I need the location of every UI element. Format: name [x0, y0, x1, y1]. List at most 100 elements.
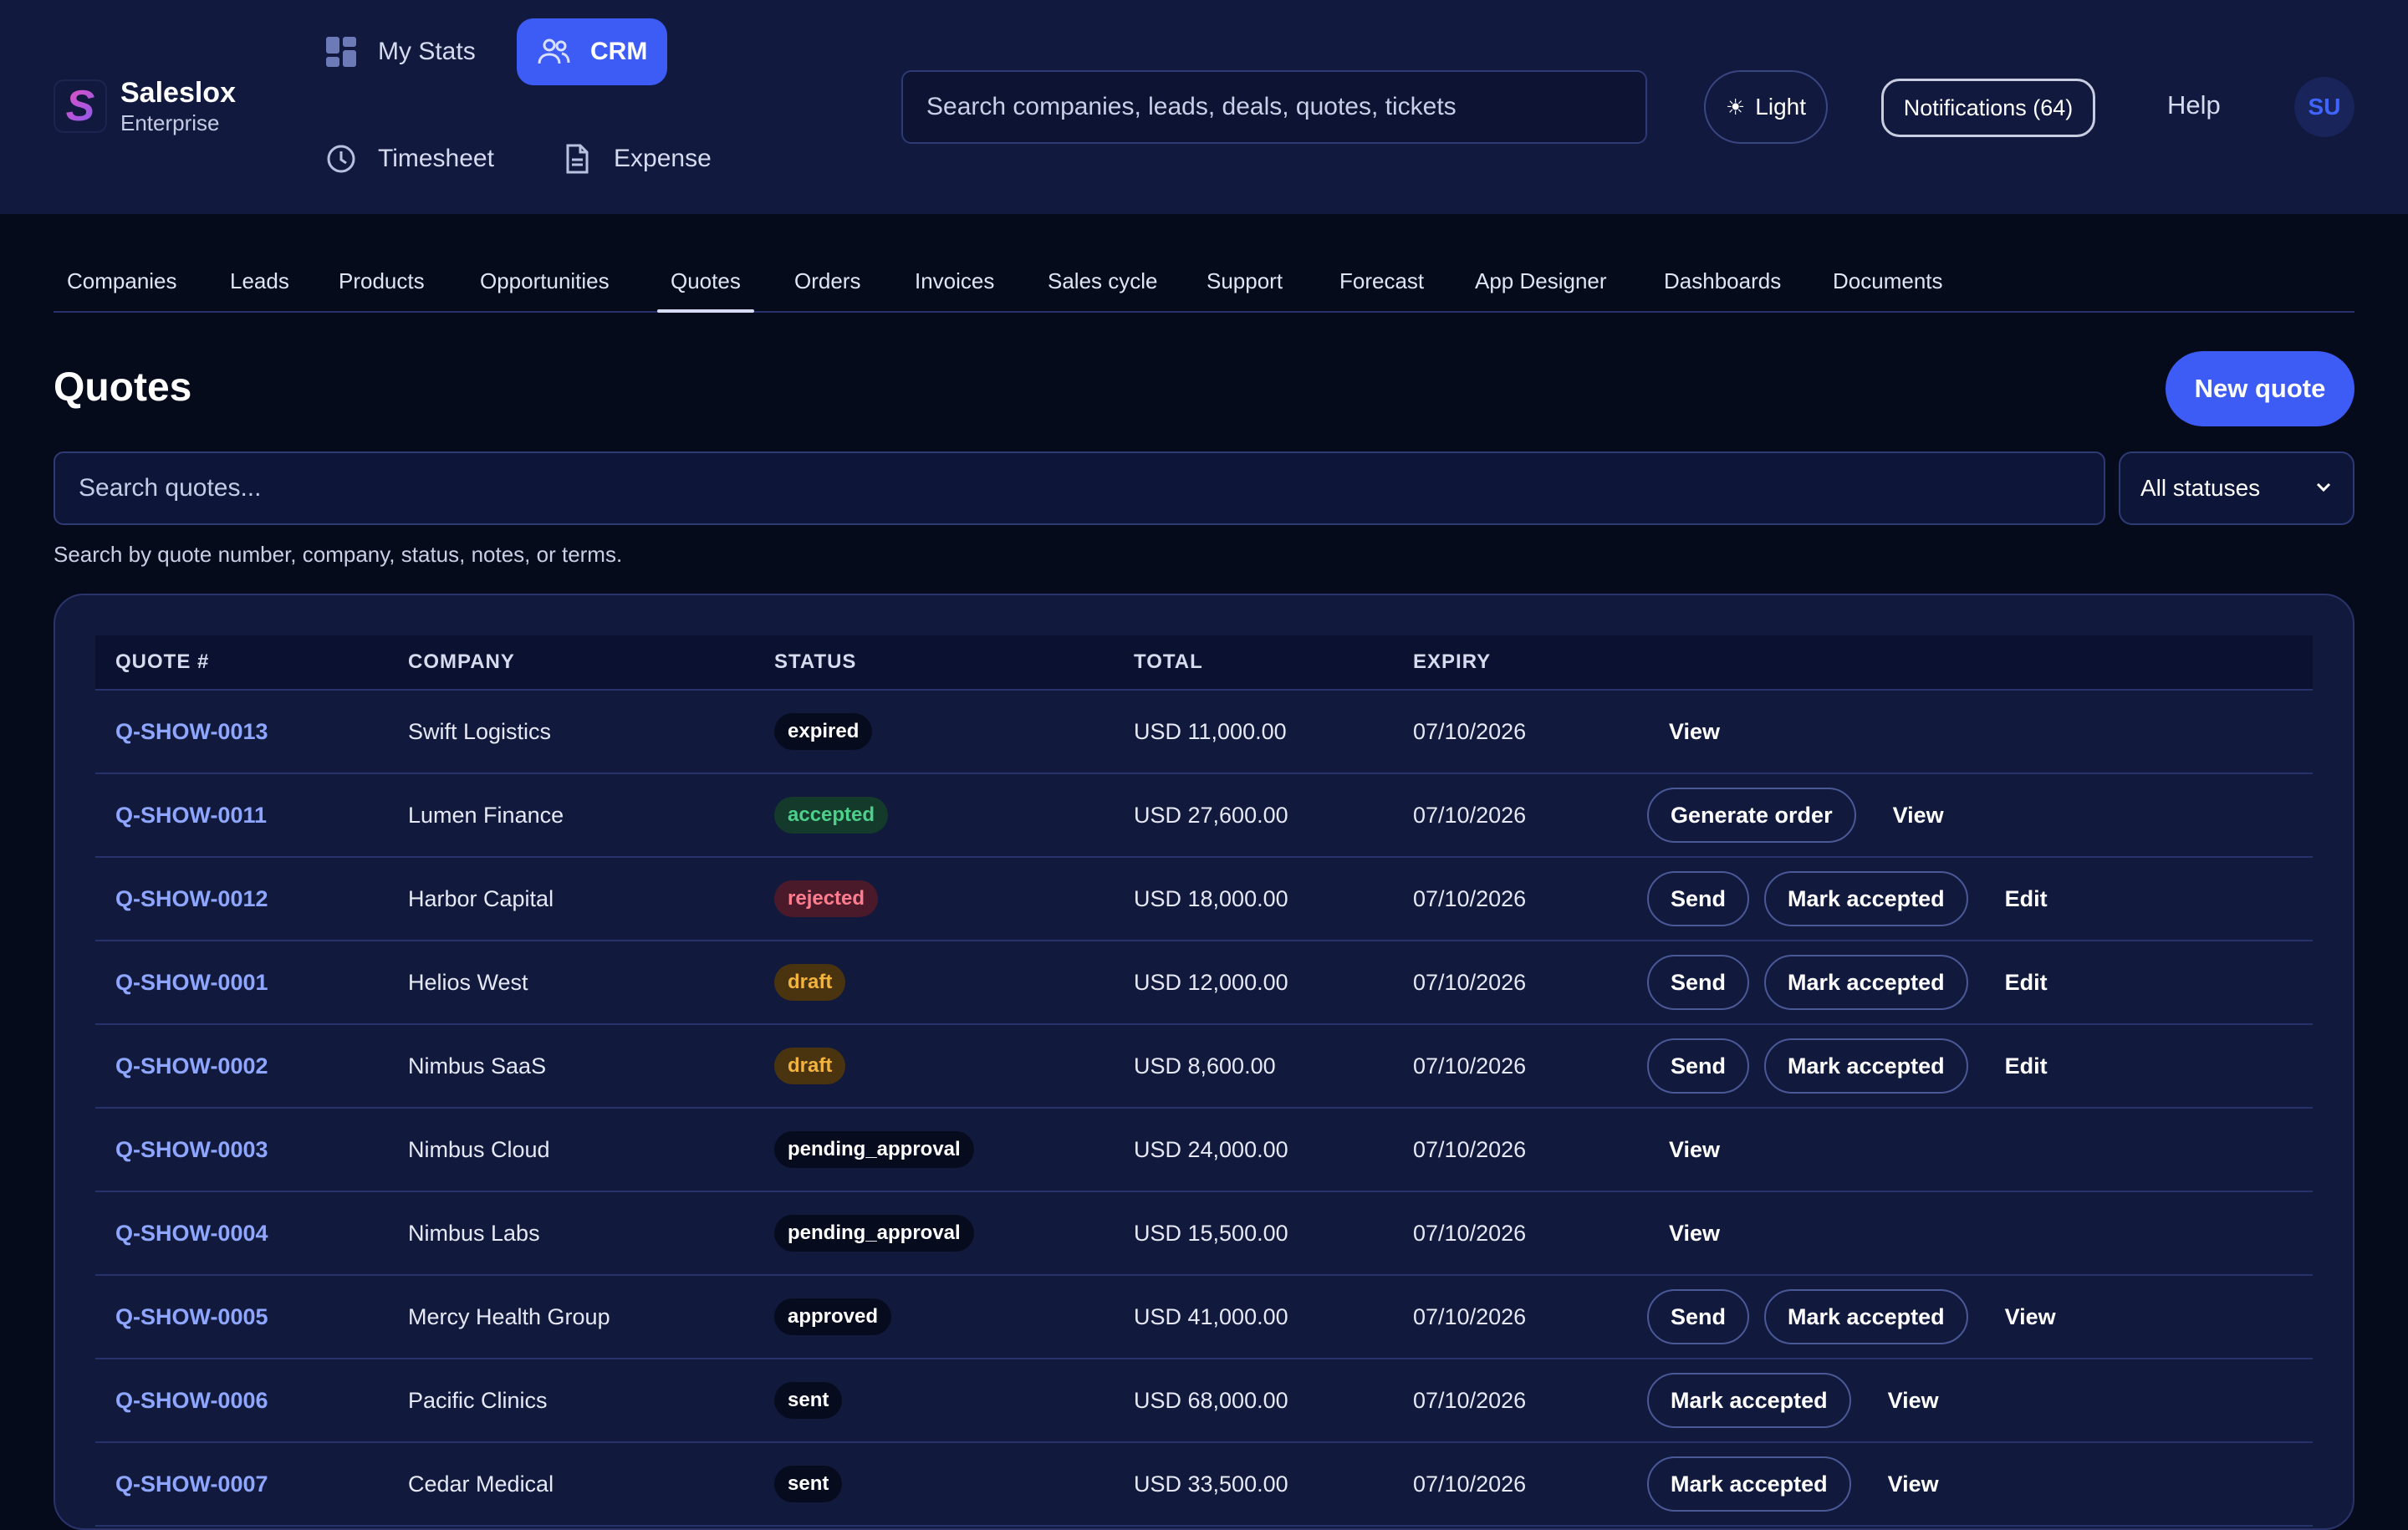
global-search-input[interactable]: Search companies, leads, deals, quotes, … [901, 70, 1647, 144]
row-actions: View [1647, 1109, 1742, 1191]
new-quote-button[interactable]: New quote [2166, 351, 2354, 426]
app-expense-button[interactable]: Expense [540, 125, 732, 192]
quote-number-link[interactable]: Q-SHOW-0005 [115, 1276, 268, 1358]
company-cell: Pacific Clinics [408, 1387, 548, 1413]
quote-number-link[interactable]: Q-SHOW-0007 [115, 1443, 268, 1525]
quote-number-link[interactable]: Q-SHOW-0004 [115, 1192, 268, 1274]
table-row: Q-SHOW-0005 Mercy Health Group approved USD… [95, 1276, 2313, 1359]
app-timesheet-button[interactable]: Timesheet [304, 125, 514, 192]
expiry-cell: 07/10/2026 [1413, 1471, 1527, 1497]
app-timesheet-label: Timesheet [378, 145, 494, 172]
quote-search-input[interactable]: Search quotes... [54, 451, 2105, 525]
mark-accepted-button[interactable]: Mark accepted [1764, 955, 1968, 1010]
row-actions: View [1647, 1192, 1742, 1274]
status-badge: sent [774, 1382, 843, 1419]
column-header-quote[interactable]: QUOTE # [115, 635, 209, 689]
status-badge: accepted [774, 797, 889, 834]
top-header: S Saleslox Enterprise My Stats CRM Times… [0, 0, 2408, 214]
tab-orders[interactable]: Orders [794, 251, 860, 311]
avatar[interactable]: SU [2294, 77, 2354, 137]
column-header-status[interactable]: STATUS [774, 635, 856, 689]
help-link[interactable]: Help [2167, 90, 2221, 120]
brand[interactable]: S Saleslox Enterprise [54, 79, 236, 134]
tab-opportunities[interactable]: Opportunities [480, 251, 610, 311]
send-button[interactable]: Send [1647, 955, 1750, 1010]
view-button[interactable]: View [1647, 719, 1742, 745]
tab-invoices[interactable]: Invoices [915, 251, 994, 311]
search-hint: Search by quote number, company, status,… [54, 542, 623, 567]
column-header-expiry[interactable]: EXPIRY [1413, 635, 1491, 689]
view-button[interactable]: View [1647, 1137, 1742, 1163]
mark-accepted-button[interactable]: Mark accepted [1764, 871, 1968, 926]
company-cell: Nimbus Labs [408, 1220, 540, 1246]
view-button[interactable]: View [1871, 803, 1966, 829]
generate-order-button[interactable]: Generate order [1647, 788, 1856, 843]
mark-accepted-button[interactable]: Mark accepted [1764, 1289, 1968, 1344]
quote-number-link[interactable]: Q-SHOW-0002 [115, 1025, 268, 1107]
expiry-cell: 07/10/2026 [1413, 718, 1527, 744]
quote-number-link[interactable]: Q-SHOW-0006 [115, 1359, 268, 1441]
tab-quotes[interactable]: Quotes [657, 251, 754, 313]
send-button[interactable]: Send [1647, 1289, 1750, 1344]
expiry-cell: 07/10/2026 [1413, 1053, 1527, 1079]
status-cell: draft [774, 941, 846, 1023]
row-actions: Mark accepted View [1647, 1359, 1961, 1441]
quote-number-link[interactable]: Q-SHOW-0011 [115, 774, 267, 856]
status-filter-select[interactable]: All statuses [2119, 451, 2354, 525]
table-row: Q-SHOW-0013 Swift Logistics expired USD 11,… [95, 691, 2313, 774]
row-actions: Send Mark accepted Edit [1647, 941, 2069, 1023]
module-tabs: Companies Leads Products Opportunities Q… [54, 251, 2354, 313]
document-icon [560, 142, 594, 176]
tab-companies[interactable]: Companies [67, 251, 177, 311]
tab-support[interactable]: Support [1207, 251, 1283, 311]
tab-app-designer[interactable]: App Designer [1475, 251, 1607, 311]
view-button[interactable]: View [1983, 1304, 2078, 1330]
edit-button[interactable]: Edit [1983, 1053, 2069, 1079]
company-cell: Mercy Health Group [408, 1303, 610, 1329]
tab-documents[interactable]: Documents [1833, 251, 1943, 311]
quote-number-link[interactable]: Q-SHOW-0003 [115, 1109, 268, 1191]
clock-icon [324, 142, 358, 176]
mark-accepted-button[interactable]: Mark accepted [1647, 1373, 1851, 1428]
tab-forecast[interactable]: Forecast [1339, 251, 1424, 311]
app-crm-button[interactable]: CRM [517, 18, 668, 85]
expiry-cell: 07/10/2026 [1413, 969, 1527, 995]
table-row: Q-SHOW-0006 Pacific Clinics sent USD 68,000… [95, 1359, 2313, 1443]
table-row: Q-SHOW-0007 Cedar Medical sent USD 33,500.0… [95, 1443, 2313, 1527]
mark-accepted-button[interactable]: Mark accepted [1647, 1456, 1851, 1512]
expiry-cell: 07/10/2026 [1413, 802, 1527, 828]
column-header-total[interactable]: TOTAL [1134, 635, 1203, 689]
column-header-company[interactable]: COMPANY [408, 635, 515, 689]
expiry-cell: 07/10/2026 [1413, 1303, 1527, 1329]
notifications-button[interactable]: Notifications (64) [1881, 79, 2095, 137]
company-cell: Lumen Finance [408, 802, 564, 828]
send-button[interactable]: Send [1647, 871, 1750, 926]
quote-number-link[interactable]: Q-SHOW-0013 [115, 691, 268, 773]
status-badge: draft [774, 1048, 846, 1084]
view-button[interactable]: View [1866, 1388, 1961, 1414]
company-cell: Helios West [408, 969, 528, 995]
edit-button[interactable]: Edit [1983, 886, 2069, 912]
total-cell: USD 8,600.00 [1134, 1053, 1276, 1079]
send-button[interactable]: Send [1647, 1038, 1750, 1094]
mark-accepted-button[interactable]: Mark accepted [1764, 1038, 1968, 1094]
status-badge: pending_approval [774, 1131, 974, 1168]
edit-button[interactable]: Edit [1983, 970, 2069, 996]
quote-number-link[interactable]: Q-SHOW-0001 [115, 941, 268, 1023]
view-button[interactable]: View [1647, 1221, 1742, 1247]
tab-leads[interactable]: Leads [230, 251, 289, 311]
app-my-stats-button[interactable]: My Stats [304, 18, 496, 85]
tab-dashboards[interactable]: Dashboards [1664, 251, 1781, 311]
expiry-cell: 07/10/2026 [1413, 1387, 1527, 1413]
tab-products[interactable]: Products [339, 251, 425, 311]
sun-icon: ☀ [1725, 94, 1746, 120]
quote-number-link[interactable]: Q-SHOW-0012 [115, 858, 268, 940]
status-cell: pending_approval [774, 1109, 974, 1191]
tab-sales-cycle[interactable]: Sales cycle [1048, 251, 1158, 311]
quotes-table-card: QUOTE # COMPANY STATUS TOTAL EXPIRY Q-SH… [54, 594, 2354, 1530]
status-cell: draft [774, 1025, 846, 1107]
view-button[interactable]: View [1866, 1471, 1961, 1497]
theme-toggle-button[interactable]: ☀ Light [1704, 70, 1828, 144]
row-actions: Send Mark accepted View [1647, 1276, 2078, 1358]
brand-edition: Enterprise [120, 110, 220, 135]
